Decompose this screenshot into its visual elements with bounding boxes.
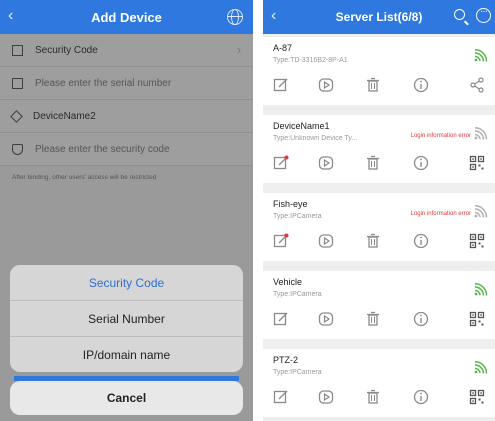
device-name: DeviceName1 bbox=[273, 121, 330, 131]
security-code-placeholder: Please enter the security code bbox=[35, 143, 170, 155]
device-name: Vehicle bbox=[273, 277, 303, 287]
device-name-icon bbox=[10, 109, 23, 123]
play-icon[interactable] bbox=[318, 233, 334, 249]
play-icon[interactable] bbox=[318, 77, 334, 93]
search-icon[interactable] bbox=[454, 9, 465, 20]
device-card[interactable]: DeviceName1 Type:Unknown Device Ty... Logi… bbox=[263, 115, 495, 183]
auth-mode-selector[interactable]: Security Code › bbox=[0, 34, 253, 67]
login-error-text: Login information error bbox=[410, 211, 471, 217]
device-type: Type:IPCamera bbox=[273, 213, 322, 220]
device-card[interactable]: Vehicle Type:IPCamera bbox=[263, 271, 495, 339]
device-type: Type:Unknown Device Ty... bbox=[273, 135, 358, 142]
share-icon[interactable] bbox=[469, 77, 485, 93]
wifi-icon bbox=[473, 205, 489, 219]
device-actions bbox=[263, 389, 495, 407]
device-type: Type:TD-3316B2-8P-A1 bbox=[273, 57, 348, 64]
trash-icon[interactable] bbox=[365, 233, 381, 249]
wifi-icon bbox=[473, 49, 489, 63]
cancel-button[interactable]: Cancel bbox=[10, 381, 243, 415]
device-name: A-87 bbox=[273, 43, 293, 53]
more-icon[interactable] bbox=[476, 6, 491, 23]
device-type: Type:IPCamera bbox=[273, 291, 322, 298]
device-name-field[interactable]: DeviceName2 bbox=[0, 100, 253, 133]
play-icon[interactable] bbox=[318, 389, 334, 405]
server-list-screen: ‹ Server List(6/8) A-87 Type:TD-3316B2-8P… bbox=[263, 0, 495, 421]
info-icon[interactable] bbox=[413, 389, 429, 405]
edit-icon[interactable] bbox=[273, 77, 289, 93]
info-icon[interactable] bbox=[413, 233, 429, 249]
play-icon[interactable] bbox=[318, 155, 334, 171]
qr-code-icon[interactable] bbox=[469, 233, 485, 249]
device-actions bbox=[263, 233, 495, 251]
security-code-field[interactable]: Please enter the security code bbox=[0, 133, 253, 166]
edit-icon[interactable] bbox=[273, 311, 289, 327]
add-device-header: ‹ Add Device bbox=[0, 0, 253, 34]
device-name: PTZ-2 bbox=[273, 355, 299, 365]
device-actions bbox=[263, 311, 495, 329]
wifi-icon bbox=[473, 127, 489, 141]
back-icon[interactable]: ‹ bbox=[8, 7, 13, 25]
add-device-screen: ‹ Add Device Security Code › Please ente… bbox=[0, 0, 253, 421]
code-icon bbox=[12, 44, 23, 56]
option-ip-domain[interactable]: IP/domain name bbox=[10, 337, 243, 372]
device-card[interactable]: PTZ-2 Type:IPCamera bbox=[263, 349, 495, 417]
chevron-right-icon: › bbox=[237, 43, 241, 57]
qr-code-icon[interactable] bbox=[469, 311, 485, 327]
option-security-code[interactable]: Security Code bbox=[10, 265, 243, 301]
serial-number-field[interactable]: Please enter the serial number bbox=[0, 67, 253, 100]
info-icon[interactable] bbox=[413, 155, 429, 171]
page-title: Add Device bbox=[91, 9, 162, 25]
option-serial-number[interactable]: Serial Number bbox=[10, 301, 243, 337]
edit-icon[interactable] bbox=[273, 389, 289, 405]
trash-icon[interactable] bbox=[365, 155, 381, 171]
device-form: Security Code › Please enter the serial … bbox=[0, 34, 253, 166]
device-name: Fish-eye bbox=[273, 199, 308, 209]
trash-icon[interactable] bbox=[365, 77, 381, 93]
wifi-icon bbox=[473, 283, 489, 297]
device-card[interactable]: Fish-eye Type:IPCamera Login information e… bbox=[263, 193, 495, 261]
trash-icon[interactable] bbox=[365, 389, 381, 405]
play-icon[interactable] bbox=[318, 311, 334, 327]
server-list-header: ‹ Server List(6/8) bbox=[263, 0, 495, 34]
qr-code-icon[interactable] bbox=[469, 389, 485, 405]
wifi-icon bbox=[473, 361, 489, 375]
qr-code-icon[interactable] bbox=[469, 155, 485, 171]
serial-number-placeholder: Please enter the serial number bbox=[35, 77, 172, 89]
device-type: Type:IPCamera bbox=[273, 369, 322, 376]
info-icon[interactable] bbox=[413, 311, 429, 327]
device-actions bbox=[263, 77, 495, 95]
device-actions bbox=[263, 155, 495, 173]
login-error-text: Login information error bbox=[410, 133, 471, 139]
device-name-value: DeviceName2 bbox=[33, 110, 96, 122]
edit-icon[interactable] bbox=[273, 233, 289, 249]
globe-icon[interactable] bbox=[227, 9, 243, 25]
binding-note: After binding, other users' access will … bbox=[12, 174, 157, 181]
serial-icon bbox=[12, 77, 23, 89]
info-icon[interactable] bbox=[413, 77, 429, 93]
shield-icon bbox=[12, 143, 23, 155]
back-icon[interactable]: ‹ bbox=[271, 7, 276, 25]
auth-mode-label: Security Code bbox=[35, 44, 98, 56]
page-title: Server List(6/8) bbox=[335, 10, 423, 24]
action-sheet: Security Code Serial Number IP/domain na… bbox=[10, 265, 243, 372]
trash-icon[interactable] bbox=[365, 311, 381, 327]
device-card[interactable]: A-87 Type:TD-3316B2-8P-A1 bbox=[263, 37, 495, 105]
edit-icon[interactable] bbox=[273, 155, 289, 171]
